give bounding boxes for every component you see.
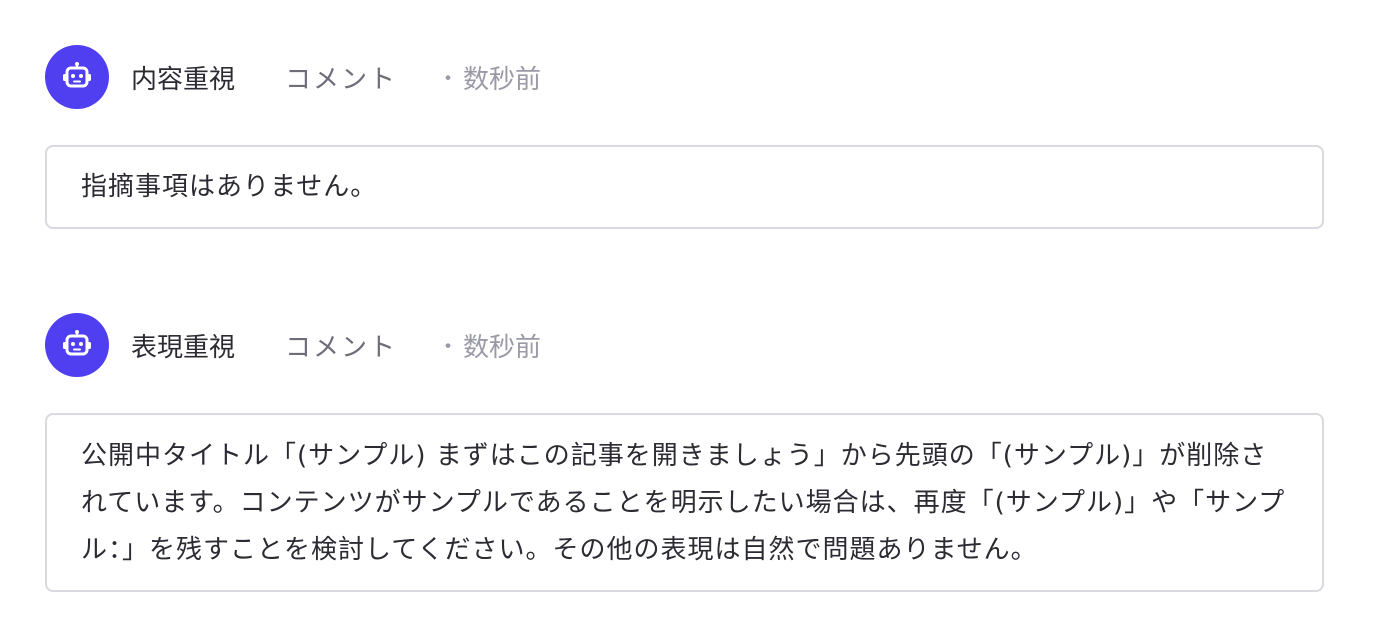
robot-icon (62, 62, 92, 92)
comment-item: 内容重視 コメント ・ 数秒前 指摘事項はありません。 (45, 45, 1324, 229)
avatar (45, 313, 109, 377)
comment-body: 指摘事項はありません。 (45, 145, 1324, 229)
comment-item: 表現重視 コメント ・ 数秒前 公開中タイトル「(サンプル) まずはこの記事を開… (45, 313, 1324, 592)
comment-type: コメント (285, 332, 398, 363)
comment-timestamp: 数秒前 (463, 64, 542, 95)
comment-author: 表現重視 (131, 332, 236, 363)
robot-icon (62, 330, 92, 360)
comment-author: 内容重視 (131, 64, 236, 95)
avatar (45, 45, 109, 109)
comment-header: 内容重視 コメント ・ 数秒前 (45, 45, 1324, 109)
comment-type: コメント (285, 64, 398, 95)
comment-body: 公開中タイトル「(サンプル) まずはこの記事を開きましょう」から先頭の「(サンプ… (45, 413, 1324, 592)
separator-dot: ・ (437, 335, 460, 360)
comment-timestamp: 数秒前 (463, 332, 542, 363)
comment-header: 表現重視 コメント ・ 数秒前 (45, 313, 1324, 377)
separator-dot: ・ (437, 67, 460, 92)
